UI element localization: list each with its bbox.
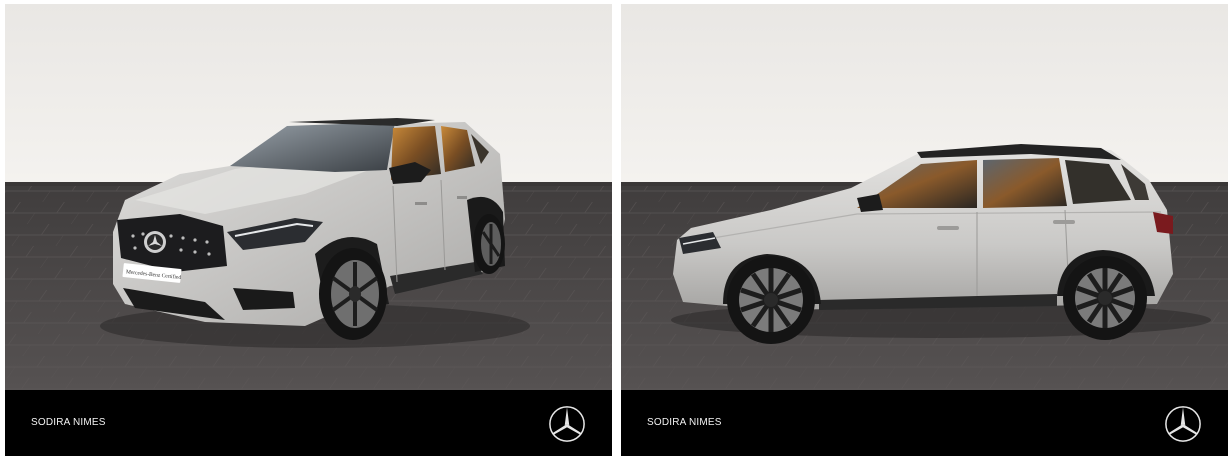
- car-scene-side: [621, 4, 1228, 390]
- photo-footer-bar: SODIRA NIMES: [621, 390, 1228, 456]
- mercedes-star-icon: [1165, 406, 1201, 442]
- car-scene-front: Mercedes-Benz Certified: [5, 4, 612, 390]
- dealer-name: SODIRA NIMES: [647, 417, 722, 428]
- photo-gallery: Mercedes-Benz Certified SODIRA NIMES SOD…: [0, 0, 1229, 457]
- car-photo-side-profile[interactable]: SODIRA NIMES: [621, 4, 1228, 456]
- photo-footer-bar: SODIRA NIMES: [5, 390, 612, 456]
- car-photo-front-three-quarter[interactable]: Mercedes-Benz Certified SODIRA NIMES: [5, 4, 612, 456]
- dealer-name: SODIRA NIMES: [31, 417, 106, 428]
- mercedes-star-icon: [549, 406, 585, 442]
